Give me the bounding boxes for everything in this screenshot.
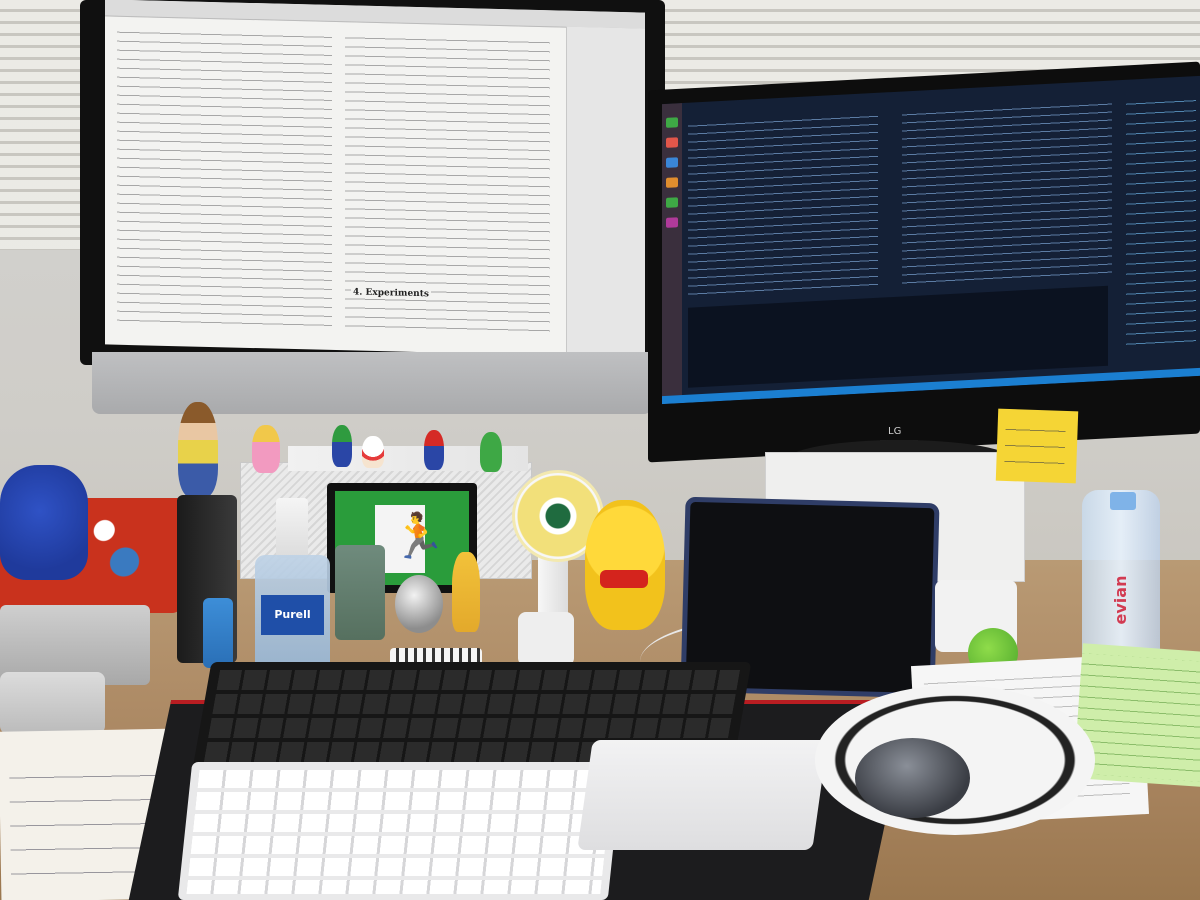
- dock-app-icon: [666, 217, 678, 228]
- dock-app-icon: [666, 157, 678, 168]
- pdf-text-column-left: [117, 25, 332, 331]
- dock-app-icon: [666, 177, 678, 188]
- computer-mouse: [855, 738, 970, 818]
- princess-figure: [252, 425, 280, 473]
- running-person-icon: 🏃: [391, 511, 446, 562]
- pikachu-scarf: [600, 570, 648, 588]
- robot-figure: [335, 545, 385, 640]
- code-editor-pane-left: [688, 110, 878, 301]
- sanitizer-pump: [276, 498, 308, 558]
- orb-figure: [395, 575, 443, 633]
- hand-sanitizer-bottle: Purell: [255, 555, 330, 675]
- mushroom-figure: [362, 436, 384, 468]
- handwritten-notes: [1004, 418, 1066, 471]
- yoshi-figure: [480, 432, 502, 472]
- dock-app-icon: [666, 197, 678, 208]
- apple-logo-icon: [381, 369, 407, 397]
- spray-bottle: [203, 598, 233, 668]
- mario-figure: [424, 430, 444, 470]
- sanitizer-label: Purell: [261, 595, 324, 635]
- app-dock: [662, 103, 682, 405]
- luigi-figure: [332, 425, 352, 467]
- headphones: [0, 465, 88, 580]
- code-editor-pane-right: [902, 98, 1112, 290]
- bottle-cap: [1110, 492, 1136, 510]
- woody-figure: [178, 402, 218, 497]
- lg-monitor-screen: [662, 75, 1200, 405]
- bottle-label: evian: [1111, 575, 1130, 625]
- dock-app-icon: [666, 117, 678, 128]
- terminal-panel: [688, 285, 1108, 388]
- handheld-fan-base: [518, 612, 574, 666]
- dock-app-icon: [666, 137, 678, 148]
- pdf-sidebar: [566, 26, 645, 358]
- giraffe-figure: [452, 552, 480, 632]
- trackpad: [577, 740, 828, 850]
- desk-scene: 4. Experiments LG 🏃 Purell evian: [0, 0, 1200, 900]
- white-keyboard: [177, 762, 623, 900]
- pdf-section-heading: 4. Experiments: [351, 287, 431, 300]
- water-bottle: evian: [1082, 490, 1160, 665]
- file-tree-panel: [1126, 94, 1196, 348]
- imac-screen: 4. Experiments: [105, 0, 645, 358]
- lg-logo: LG: [888, 426, 902, 437]
- imac-chin: [92, 352, 652, 414]
- usb-hub: [0, 672, 105, 734]
- sticky-note: [995, 408, 1079, 484]
- white-keycaps: [186, 770, 614, 894]
- pikachu-figure: [585, 500, 665, 630]
